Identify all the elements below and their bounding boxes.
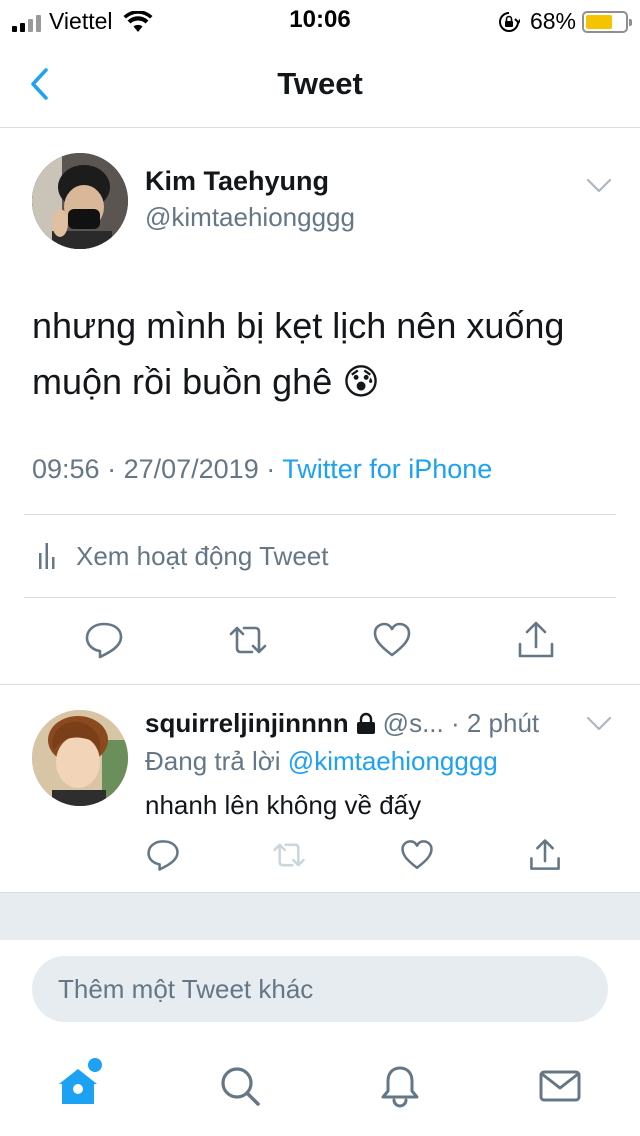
rotation-lock-icon — [498, 11, 520, 32]
tweet-source-link[interactable]: Twitter for iPhone — [282, 454, 492, 484]
share-icon[interactable] — [528, 838, 562, 872]
share-icon[interactable] — [516, 620, 556, 660]
tweet-text-line: nhưng mình bị kẹt lịch nên xuống — [32, 305, 565, 346]
battery-percentage: 68% — [529, 8, 576, 34]
tweet-time: 09:56 — [32, 454, 100, 484]
navigation-bar: Tweet — [0, 40, 640, 128]
like-icon[interactable] — [372, 620, 412, 660]
tab-notifications[interactable] — [378, 1064, 422, 1108]
retweet-icon[interactable] — [228, 620, 268, 660]
reply-author-name[interactable]: squirreljinjinnnn — [145, 708, 349, 738]
reply-author-avatar[interactable] — [32, 710, 128, 806]
battery-fill — [586, 14, 612, 29]
tab-messages[interactable] — [538, 1064, 582, 1108]
protected-lock-icon — [356, 712, 375, 734]
battery-icon — [582, 10, 632, 33]
compose-placeholder: Thêm một Tweet khác — [58, 974, 314, 1004]
reply-text: nhanh lên không về đấy — [145, 790, 422, 820]
tweet-meta: 09:56 · 27/07/2019 · Twitter for iPhone — [32, 454, 492, 485]
replying-to-mention[interactable]: @kimtaehiongggg — [288, 746, 498, 776]
tab-search[interactable] — [218, 1064, 262, 1108]
meta-separator: · — [258, 454, 283, 484]
search-icon — [221, 1067, 260, 1106]
status-right: 68% — [498, 8, 632, 35]
activity-label: Xem hoạt động Tweet — [76, 541, 329, 571]
reply-icon[interactable] — [84, 620, 124, 660]
tab-bar — [0, 1036, 640, 1136]
author-handle[interactable]: @kimtaehiongggg — [145, 202, 355, 233]
divider — [24, 597, 616, 598]
tweet-date: 27/07/2019 — [123, 454, 259, 484]
avatar-image — [32, 710, 128, 806]
reply-time: · 2 phút — [450, 708, 540, 738]
replying-to-prefix: Đang trả lời — [145, 746, 281, 776]
reply-header: squirreljinjinnnn @s... · 2 phút — [145, 708, 539, 739]
reply-tweet[interactable]: squirreljinjinnnn @s... · 2 phút Đang trả… — [0, 686, 640, 892]
author-avatar[interactable] — [32, 153, 128, 249]
chevron-down-icon[interactable] — [586, 178, 612, 194]
tweet-activity-button[interactable]: Xem hoạt động Tweet — [24, 515, 616, 597]
messages-icon — [539, 1070, 581, 1102]
status-bar: Viettel 10:06 68% — [0, 0, 640, 40]
analytics-icon — [39, 543, 55, 569]
meta-separator: · — [99, 454, 124, 484]
new-content-dot — [88, 1058, 102, 1072]
tweet-text-line: muộn rồi buồn ghê 😰 — [32, 361, 380, 402]
avatar-image — [32, 153, 128, 249]
author-name[interactable]: Kim Taehyung — [145, 166, 329, 197]
reply-author-handle[interactable]: @s... — [383, 708, 444, 738]
battery-nub — [629, 18, 632, 26]
notifications-icon — [381, 1066, 419, 1108]
compose-area: Thêm một Tweet khác — [0, 940, 640, 1036]
main-tweet: Kim Taehyung @kimtaehiongggg nhưng mình … — [0, 128, 640, 685]
page-title: Tweet — [277, 66, 363, 101]
retweet-icon — [273, 843, 305, 867]
section-separator — [0, 892, 640, 940]
like-icon[interactable] — [400, 838, 434, 872]
tweet-text: nhưng mình bị kẹt lịch nên xuống muộn rồ… — [32, 298, 622, 410]
chevron-down-icon[interactable] — [586, 716, 612, 732]
tab-home[interactable] — [56, 1058, 102, 1108]
compose-reply-input[interactable]: Thêm một Tweet khác — [32, 956, 608, 1022]
reply-icon[interactable] — [146, 838, 180, 872]
replying-to: Đang trả lời @kimtaehiongggg — [145, 746, 498, 777]
